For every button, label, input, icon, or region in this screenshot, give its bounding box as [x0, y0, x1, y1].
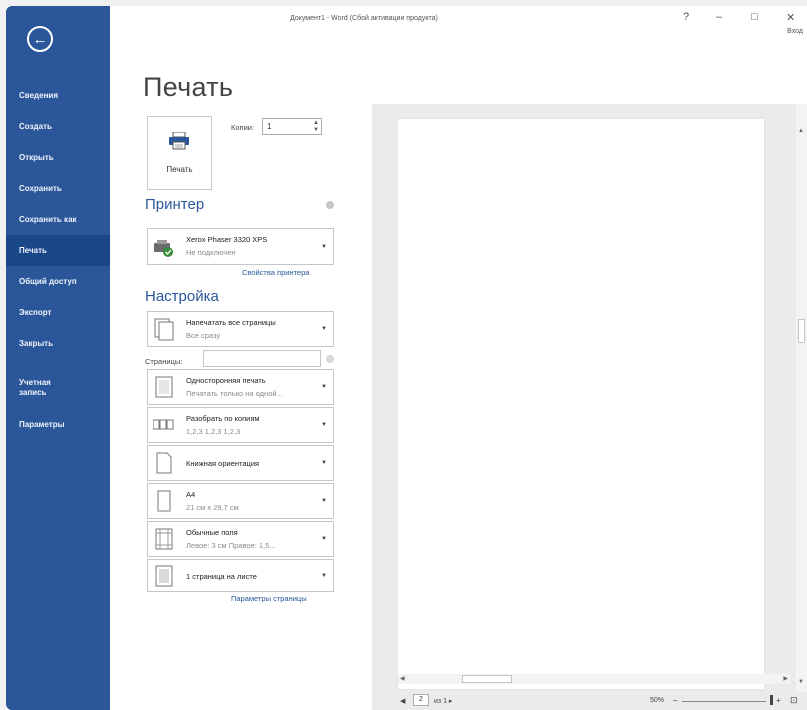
copies-spin-icon[interactable]: ▲ ▼: [313, 120, 319, 134]
printer-section-title: Принтер: [145, 196, 205, 213]
scroll-left-icon[interactable]: ◀: [400, 675, 405, 682]
sidebar-item-options[interactable]: Параметры: [6, 409, 110, 440]
copies-stepper[interactable]: 1 ▲ ▼: [262, 118, 322, 135]
sidebar-item-save[interactable]: Сохранить: [6, 173, 110, 204]
title-bar: Документ1 - Word (Сбой активации продукт…: [110, 6, 807, 35]
chevron-down-icon: ▼: [321, 326, 327, 332]
sidebar-item-new[interactable]: Создать: [6, 111, 110, 142]
settings-section-title: Настройка: [145, 288, 219, 305]
copies-label: Копии:: [231, 123, 255, 132]
portrait-icon: [156, 452, 172, 474]
margins-icon: [155, 528, 173, 550]
chevron-down-icon: ▼: [321, 460, 327, 466]
back-arrow-icon[interactable]: ←: [27, 26, 53, 52]
pages-input[interactable]: [203, 350, 321, 367]
print-preview: ▲ ▼ ◀ ▶: [372, 104, 807, 710]
sides-dropdown[interactable]: Односторонняя печать Печатать только на …: [147, 369, 334, 405]
scroll-right-icon[interactable]: ▶: [783, 675, 788, 682]
paper-size-dropdown[interactable]: A4 21 см x 29,7 см ▼: [147, 483, 334, 519]
zoom-to-page-icon[interactable]: ⊡: [790, 695, 798, 706]
collate-icon: [153, 419, 174, 430]
printer-status: Не подключен: [186, 248, 236, 257]
orientation-dropdown[interactable]: Книжная ориентация ▼: [147, 445, 334, 481]
collate-dropdown[interactable]: Разобрать по копиям 1,2,3 1,2,3 1,2,3 ▼: [147, 407, 334, 443]
collate-sub: 1,2,3 1,2,3 1,2,3: [186, 427, 241, 436]
window-title: Документ1 - Word (Сбой активации продукт…: [290, 15, 438, 22]
page-title: Печать: [143, 72, 234, 102]
word-window: ← Сведения Создать Открыть Сохранить Сох…: [6, 6, 807, 710]
info-icon[interactable]: [326, 201, 334, 209]
page-setup-link[interactable]: Параметры страницы: [231, 594, 307, 603]
pages-icon: [154, 318, 174, 341]
sides-main: Односторонняя печать: [186, 376, 266, 385]
sidebar-item-info[interactable]: Сведения: [6, 80, 110, 111]
vertical-scroll-thumb[interactable]: [798, 319, 805, 343]
minimize-button[interactable]: –: [716, 11, 722, 23]
pages-label: Страницы:: [145, 357, 183, 366]
orientation-main: Книжная ориентация: [186, 459, 260, 468]
help-button[interactable]: ?: [683, 11, 689, 23]
zoom-slider[interactable]: [682, 701, 766, 702]
sidebar-item-export[interactable]: Экспорт: [6, 297, 110, 328]
sidebar-item-print[interactable]: Печать: [6, 235, 110, 266]
signin-link[interactable]: Вход: [787, 28, 803, 35]
preview-status-bar: ◀ 2 из 1 ▸ 50% – + ⊡: [372, 692, 807, 710]
sidebar-item-close[interactable]: Закрыть: [6, 328, 110, 359]
backstage-sidebar: ← Сведения Создать Открыть Сохранить Сох…: [6, 6, 110, 710]
zoom-slider-thumb[interactable]: [770, 695, 773, 705]
zoom-in-icon[interactable]: +: [776, 696, 781, 705]
printer-name: Xerox Phaser 3320 XPS: [186, 235, 268, 244]
copies-value: 1: [267, 122, 272, 131]
info-icon[interactable]: [326, 355, 334, 363]
chevron-down-icon: ▼: [321, 572, 327, 579]
paper-size-icon: [157, 490, 171, 512]
printer-status-icon: [154, 239, 173, 257]
sides-sub: Печатать только на одной...: [186, 389, 283, 398]
print-button[interactable]: Печать: [147, 116, 212, 190]
paper-size-sub: 21 см x 29,7 см: [186, 503, 239, 512]
print-range-main: Напечатать все страницы: [186, 318, 276, 327]
pages-per-sheet-icon: [155, 565, 173, 586]
account-label-line2: запись: [19, 388, 47, 397]
horizontal-scroll-thumb[interactable]: [462, 675, 512, 683]
chevron-down-icon: ▼: [321, 536, 327, 542]
preview-page: [398, 119, 764, 689]
vertical-scrollbar[interactable]: ▲ ▼: [796, 104, 807, 692]
paper-size-main: A4: [186, 490, 196, 499]
zoom-out-icon[interactable]: –: [673, 696, 677, 705]
close-button[interactable]: ✕: [786, 11, 795, 24]
single-sided-icon: [155, 376, 173, 398]
zoom-level: 50%: [650, 697, 665, 704]
page-count-label: из 1 ▸: [434, 698, 453, 705]
printer-dropdown[interactable]: Xerox Phaser 3320 XPS Не подключен ▼: [147, 228, 334, 265]
print-range-dropdown[interactable]: Напечатать все страницы Все сразу ▼: [147, 311, 334, 347]
horizontal-scrollbar[interactable]: ◀ ▶: [398, 674, 790, 684]
chevron-down-icon: ▼: [321, 498, 327, 504]
sidebar-item-save-as[interactable]: Сохранить как: [6, 204, 110, 235]
chevron-down-icon: ▼: [321, 422, 327, 428]
chevron-down-icon: ▼: [321, 243, 327, 250]
restore-button[interactable]: □: [751, 11, 758, 23]
print-button-label: Печать: [166, 165, 193, 174]
print-range-sub: Все сразу: [186, 331, 221, 340]
margins-main: Обычные поля: [186, 528, 238, 537]
margins-sub: Левое: 3 см Правое: 1,5...: [186, 541, 276, 550]
chevron-down-icon: ▼: [321, 384, 327, 390]
sidebar-item-open[interactable]: Открыть: [6, 142, 110, 173]
margins-dropdown[interactable]: Обычные поля Левое: 3 см Правое: 1,5... …: [147, 521, 334, 557]
sidebar-item-share[interactable]: Общий доступ: [6, 266, 110, 297]
backstage-nav: Сведения Создать Открыть Сохранить Сохра…: [6, 80, 110, 440]
printer-properties-link[interactable]: Свойства принтера: [242, 268, 309, 277]
scroll-down-icon[interactable]: ▼: [798, 679, 804, 685]
pages-per-sheet-main: 1 страница на листе: [186, 572, 257, 581]
sidebar-item-account[interactable]: Учетная запись: [6, 373, 110, 409]
prev-page-icon[interactable]: ◀: [400, 697, 405, 705]
printer-icon: [169, 132, 189, 150]
scroll-up-icon[interactable]: ▲: [798, 128, 804, 134]
collate-main: Разобрать по копиям: [186, 414, 260, 423]
pages-per-sheet-dropdown[interactable]: 1 страница на листе ▼: [147, 559, 334, 592]
current-page-input[interactable]: 2: [413, 694, 429, 706]
account-label-line1: Учетная: [19, 378, 51, 387]
